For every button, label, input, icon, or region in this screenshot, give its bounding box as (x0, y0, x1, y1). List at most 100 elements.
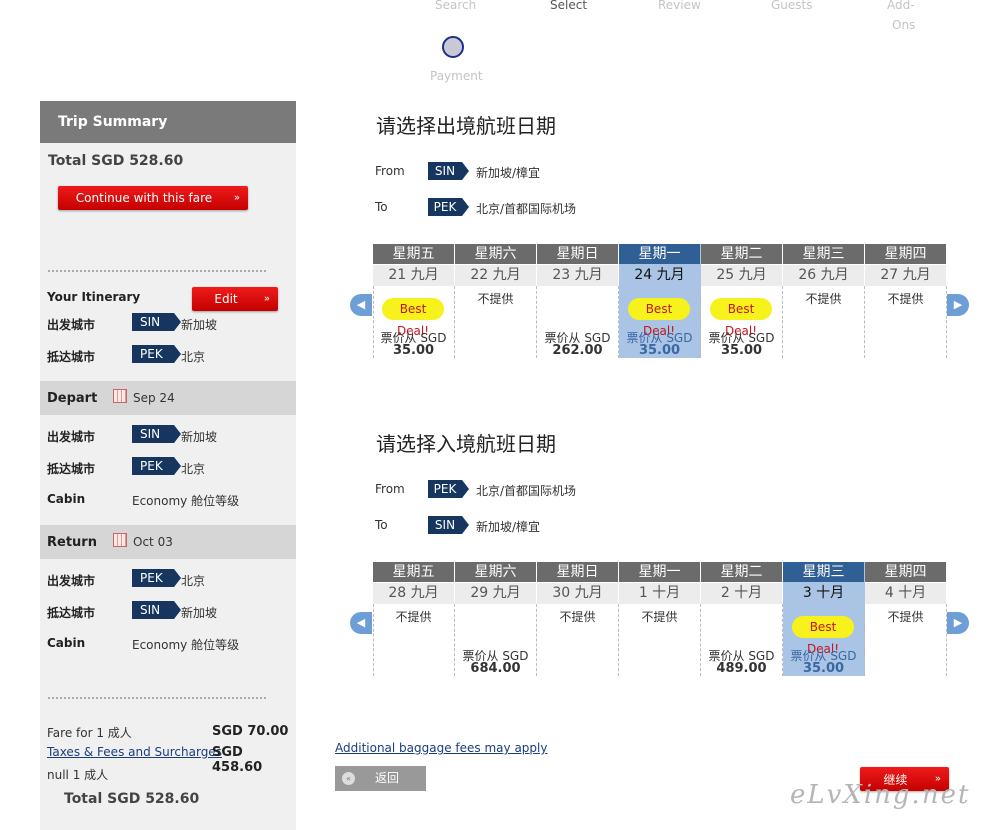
step-addons-line1: Add- (887, 0, 915, 12)
not-available-label: 不提供 (641, 610, 678, 624)
step-addons-line2: Ons (892, 18, 916, 32)
best-deal-badge: Best Deal! (628, 298, 690, 338)
date-cell[interactable]: 星期五 28 九月 不提供 (373, 562, 455, 676)
price-value: 35.00 (638, 343, 681, 358)
weekday-label: 星期五 (373, 244, 454, 264)
not-available-label: 不提供 (805, 292, 842, 306)
not-available-label: 不提供 (395, 610, 432, 624)
date-cell[interactable]: 星期一 24 九月 Best Deal! 票价从 SGD 35.00 (619, 244, 701, 358)
date-label: 27 九月 (865, 265, 946, 286)
date-label: 29 九月 (455, 583, 536, 604)
weekday-label: 星期二 (701, 562, 782, 582)
step-payment: Payment (430, 69, 483, 83)
weekday-label: 星期一 (619, 244, 700, 264)
price-value: 35.00 (802, 661, 845, 676)
divider (48, 270, 266, 272)
date-cell[interactable]: 星期四 27 九月 不提供 (865, 244, 947, 358)
not-available-label: 不提供 (887, 292, 924, 306)
step-guests: Guests (771, 0, 813, 12)
inbound-from-city: 北京/首都国际机场 (476, 484, 577, 498)
dest-city-label: 抵达城市 (47, 350, 96, 364)
date-label: 4 十月 (865, 583, 946, 604)
not-available-label: 不提供 (477, 292, 514, 306)
origin-city-label: 出发城市 (47, 318, 96, 332)
back-label: 返回 (375, 771, 400, 785)
watermark: eLvXing.net (790, 780, 971, 810)
double-chevron-right-icon: » (263, 293, 270, 305)
return-origin-city: 北京 (181, 574, 206, 588)
inbound-to-code: SIN (428, 516, 469, 534)
depart-cabin: Economy 舱位等级 (132, 494, 240, 508)
best-deal-badge: Best Deal! (792, 616, 854, 656)
baggage-fees-link[interactable]: Additional baggage fees may apply (335, 741, 547, 755)
price-value: 35.00 (720, 343, 763, 358)
date-label: 24 九月 (619, 265, 700, 286)
depart-dest-label: 抵达城市 (47, 462, 96, 476)
date-cell[interactable]: 星期六 29 九月 票价从 SGD 684.00 (455, 562, 537, 676)
date-cell[interactable]: 星期日 23 九月 票价从 SGD 262.00 (537, 244, 619, 358)
depart-cabin-label: Cabin (47, 492, 86, 506)
weekday-label: 星期三 (783, 562, 864, 582)
trip-summary-panel: Trip Summary Total SGD 528.60 Continue w… (40, 101, 296, 830)
outbound-to-code: PEK (428, 198, 469, 216)
weekday-label: 星期四 (865, 562, 946, 582)
date-cell[interactable]: 星期一 1 十月不提供 (619, 562, 701, 676)
edit-itinerary-button[interactable]: Edit » (192, 287, 278, 311)
date-cell[interactable]: 星期三 3 十月 Best Deal! 票价从 SGD 35.00 (783, 562, 865, 676)
weekday-label: 星期二 (701, 244, 782, 264)
date-cell[interactable]: 星期五 21 九月 Best Deal! 票价从 SGD 35.00 (373, 244, 455, 358)
weekday-label: 星期六 (455, 244, 536, 264)
taxes-fees-link[interactable]: Taxes & Fees and Surcharges (47, 745, 222, 759)
weekday-label: 星期日 (537, 244, 618, 264)
depart-label: Depart (47, 391, 98, 406)
step-select: Select (550, 0, 588, 12)
depart-date: Sep 24 (133, 391, 175, 405)
inbound-next-arrow-icon[interactable]: ▶ (947, 612, 969, 634)
return-dest-label: 抵达城市 (47, 606, 96, 620)
inbound-prev-arrow-icon[interactable]: ◀ (350, 612, 372, 634)
fare-value: SGD 70.00 (212, 724, 289, 739)
return-cabin: Economy 舱位等级 (132, 638, 240, 652)
depart-origin-city: 新加坡 (181, 430, 218, 444)
return-date: Oct 03 (133, 535, 173, 549)
weekday-label: 星期日 (537, 562, 618, 582)
payment-step-circle (442, 36, 464, 58)
return-origin-label: 出发城市 (47, 574, 96, 588)
return-dest-code: SIN (132, 601, 181, 619)
double-chevron-right-icon: » (233, 192, 240, 204)
return-cabin-label: Cabin (47, 636, 86, 650)
price-value: 262.00 (552, 343, 603, 358)
your-itinerary-label: Your Itinerary (47, 290, 141, 304)
outbound-from-code: SIN (428, 162, 469, 180)
continue-with-fare-button[interactable]: Continue with this fare » (58, 186, 248, 210)
date-cell[interactable]: 星期三 26 九月 不提供 (783, 244, 865, 358)
outbound-date-calendar: 星期五 21 九月 Best Deal! 票价从 SGD 35.00 星期六 22 九月不提… (373, 244, 947, 358)
inbound-to-city: 新加坡/樟宜 (476, 520, 541, 534)
date-label: 28 九月 (373, 583, 454, 604)
dest-city: 北京 (181, 350, 206, 364)
date-label: 22 九月 (455, 265, 536, 286)
fare-label: Fare for 1 成人 (47, 726, 132, 740)
date-cell[interactable]: 星期日 30 九月 不提供 (537, 562, 619, 676)
edit-label: Edit (214, 292, 238, 306)
date-cell[interactable]: 星期二 2 十月 票价从 SGD 489.00 (701, 562, 783, 676)
step-review: Review (658, 0, 701, 12)
outbound-to-city: 北京/首都国际机场 (476, 202, 577, 216)
outbound-prev-arrow-icon[interactable]: ◀ (350, 294, 372, 316)
return-label: Return (47, 535, 97, 550)
weekday-label: 星期一 (619, 562, 700, 582)
date-label: 30 九月 (537, 583, 618, 604)
return-dest-city: 新加坡 (181, 606, 218, 620)
price-value: 684.00 (470, 661, 521, 676)
date-cell[interactable]: 星期二 25 九月 Best Deal! 票价从 SGD 35.00 (701, 244, 783, 358)
date-label: 1 十月 (619, 583, 700, 604)
date-label: 23 九月 (537, 265, 618, 286)
depart-dest-city: 北京 (181, 462, 206, 476)
depart-section-bar: Depart Sep 24 (40, 381, 296, 415)
date-cell[interactable]: 星期六 22 九月不提供 (455, 244, 537, 358)
outbound-next-arrow-icon[interactable]: ▶ (947, 294, 969, 316)
back-button[interactable]: « 返回 (335, 766, 426, 791)
null-passenger-label: null 1 成人 (47, 768, 109, 782)
total-bottom: Total SGD 528.60 (64, 791, 200, 807)
date-cell[interactable]: 星期四 4 十月 不提供 (865, 562, 947, 676)
